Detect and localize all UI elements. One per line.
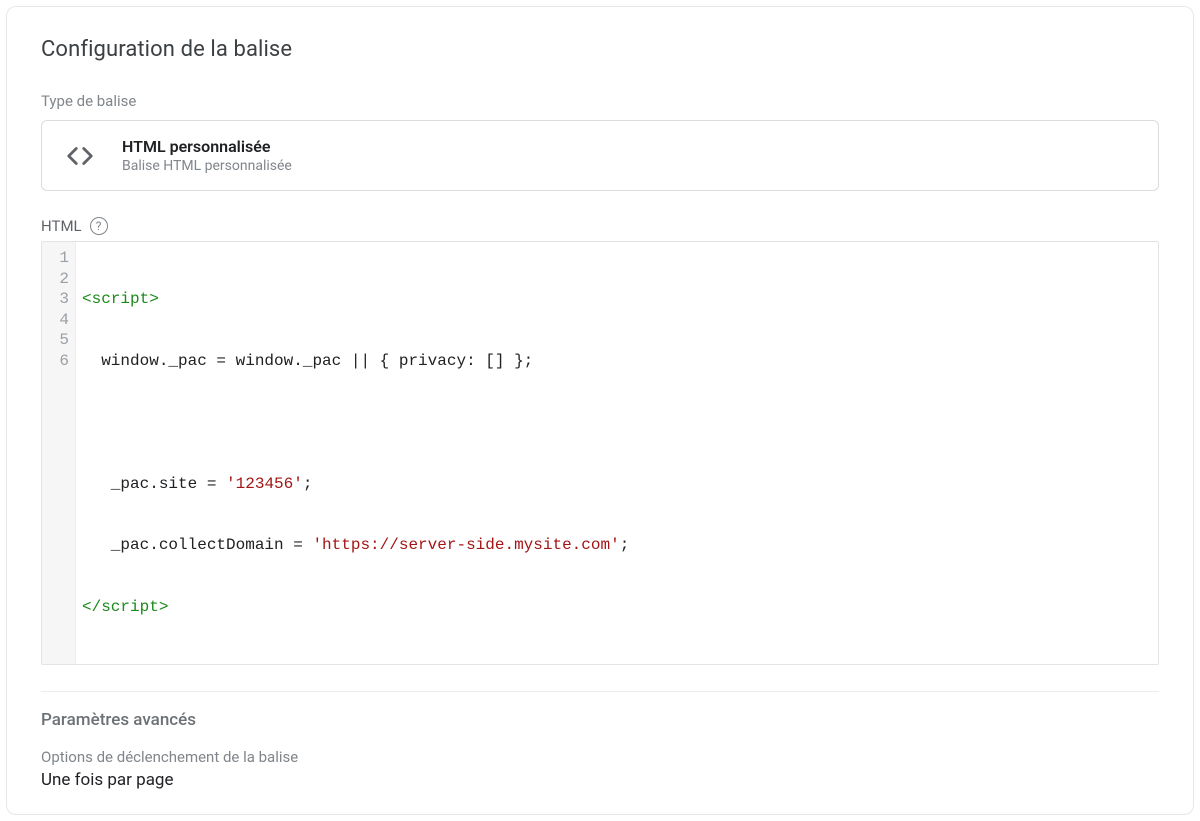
html-field-header: HTML ? xyxy=(41,217,1159,235)
tag-type-description: Balise HTML personnalisée xyxy=(122,158,292,174)
code-token-plain: _pac.collectDomain = xyxy=(82,536,312,554)
trigger-option-value[interactable]: Une fois par page xyxy=(41,770,1159,790)
line-number: 1 xyxy=(52,248,69,269)
code-token-tag: </script> xyxy=(82,598,168,616)
line-number: 2 xyxy=(52,269,69,290)
tag-type-selector[interactable]: HTML personnalisée Balise HTML personnal… xyxy=(41,120,1159,191)
line-number: 6 xyxy=(52,351,69,372)
trigger-option-label: Options de déclenchement de la balise xyxy=(41,748,1159,766)
code-token-plain: window._pac = window._pac || { privacy: … xyxy=(82,352,533,370)
line-number: 4 xyxy=(52,310,69,331)
help-icon[interactable]: ? xyxy=(90,217,108,235)
code-token-string: 'https://server-side.mysite.com' xyxy=(312,536,619,554)
html-code-editor[interactable]: 1 2 3 4 5 6 <script> window._pac = windo… xyxy=(41,241,1159,665)
html-field-label: HTML xyxy=(41,217,82,235)
code-token-plain: ; xyxy=(620,536,630,554)
code-token-plain: ; xyxy=(303,475,313,493)
advanced-settings-title[interactable]: Paramètres avancés xyxy=(41,710,1159,730)
divider xyxy=(41,691,1159,692)
tag-type-label: Type de balise xyxy=(41,92,1159,110)
code-token-string: '123456' xyxy=(226,475,303,493)
line-number: 3 xyxy=(52,289,69,310)
code-token-plain: _pac.site = xyxy=(82,475,226,493)
line-number: 5 xyxy=(52,330,69,351)
tag-configuration-card: Configuration de la balise Type de balis… xyxy=(6,6,1194,815)
tag-type-text: HTML personnalisée Balise HTML personnal… xyxy=(122,137,292,174)
code-token-tag: <script> xyxy=(82,290,159,308)
tag-type-name: HTML personnalisée xyxy=(122,137,292,156)
code-area[interactable]: <script> window._pac = window._pac || { … xyxy=(76,242,1158,664)
code-icon xyxy=(62,138,98,174)
code-gutter: 1 2 3 4 5 6 xyxy=(42,242,76,664)
section-title: Configuration de la balise xyxy=(41,37,1159,62)
